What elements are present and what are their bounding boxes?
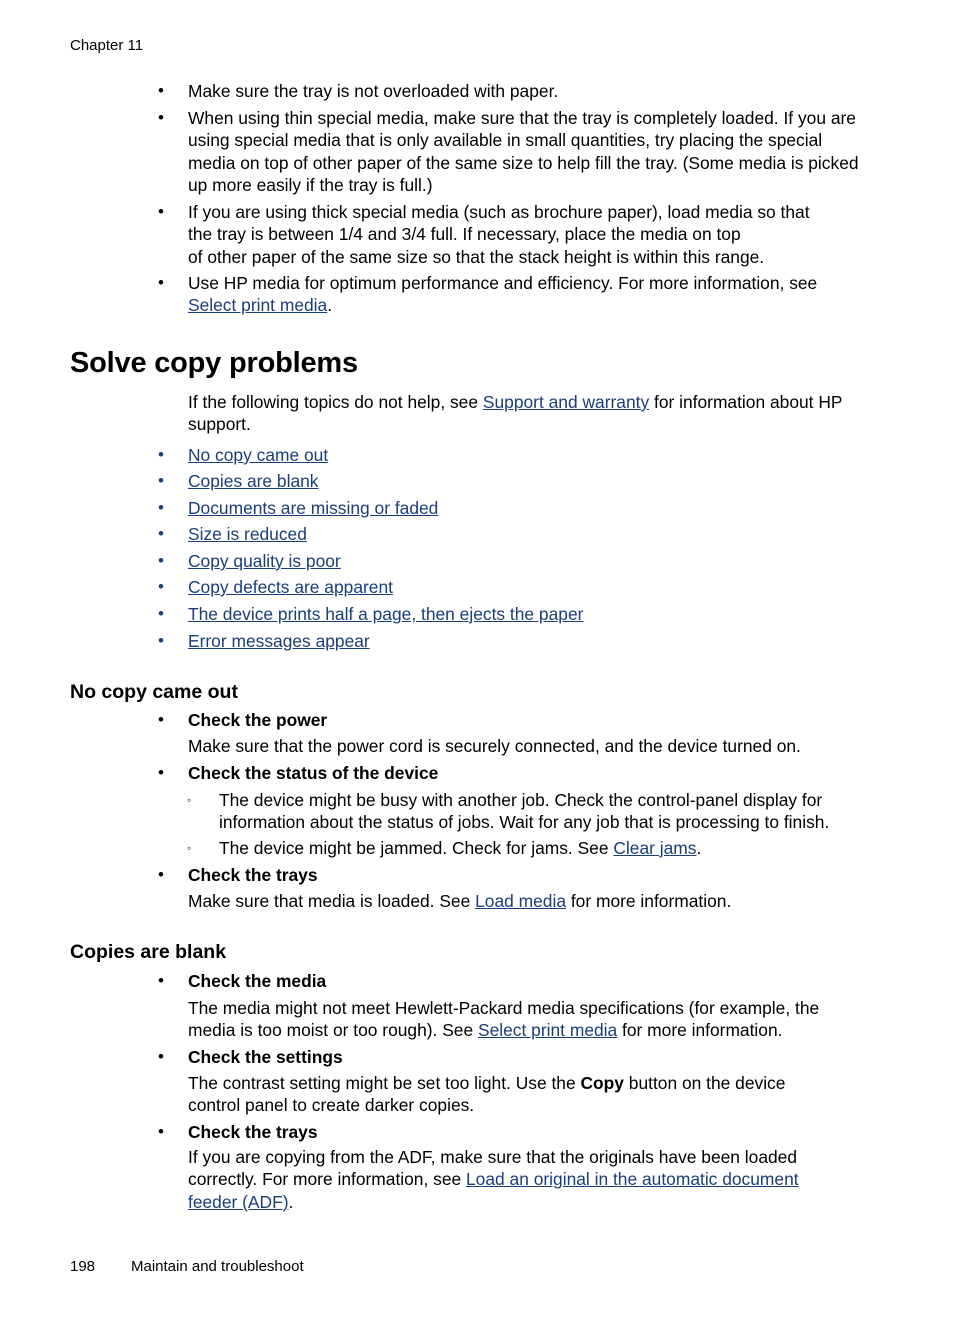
bullet-icon: • [158, 471, 164, 490]
list-item-line: of other paper of the same size so that … [188, 246, 765, 267]
load-media-link[interactable]: Load media [475, 891, 566, 911]
bullet-icon: • [158, 604, 164, 623]
check-trays-text: Make sure that media is loaded. See Load… [188, 890, 878, 912]
select-print-media-link[interactable]: Select print media [188, 295, 327, 315]
bullet-icon: • [158, 445, 164, 464]
bullet-icon: • [158, 1122, 164, 1141]
check-settings-heading: Check the settings [188, 1046, 878, 1068]
copy-button-name: Copy [580, 1073, 624, 1093]
text: for more information. [617, 1020, 783, 1041]
list-item-line: If you are using thick special media (su… [188, 202, 810, 222]
heading-text: Check the trays [188, 1122, 318, 1142]
topic-link-error-messages[interactable]: Error messages appear [188, 630, 370, 652]
clear-jams-link[interactable]: Clear jams [613, 838, 696, 858]
topic-link-size-reduced[interactable]: Size is reduced [188, 523, 307, 545]
topic-link-quality-poor[interactable]: Copy quality is poor [188, 550, 341, 572]
topic-link-documents-missing[interactable]: Documents are missing or faded [188, 497, 438, 519]
text: The contrast setting might be set too li… [188, 1073, 581, 1093]
status-subitem: The device might be busy with another jo… [219, 790, 830, 833]
text: . [696, 838, 702, 858]
check-power-text: Make sure that the power cord is securel… [188, 736, 801, 756]
section-title: Solve copy problems [70, 347, 358, 379]
topic-link-no-copy[interactable]: No copy came out [188, 444, 328, 466]
bullet-icon: • [158, 631, 164, 650]
bullet-icon: • [158, 865, 164, 884]
sub-bullet-icon: ◦ [187, 841, 192, 855]
select-print-media-link[interactable]: Select print media [478, 1020, 617, 1040]
text: for more information. [566, 891, 732, 911]
list-item: Make sure the tray is not overloaded wit… [188, 81, 559, 101]
check-power-heading: Check the power [188, 709, 878, 731]
check-status-heading: Check the status of the device [188, 762, 878, 784]
bullet-icon: • [158, 498, 164, 517]
chapter-header: Chapter 11 [70, 37, 144, 54]
heading-text: Check the power [188, 710, 328, 730]
support-and-warranty-link[interactable]: Support and warranty [483, 392, 649, 412]
list-item: Use HP media for optimum performance and… [188, 272, 868, 317]
section-intro: If the following topics do not help, see… [188, 391, 868, 436]
bullet-icon: • [158, 202, 164, 221]
check-trays-heading: Check the trays [188, 864, 878, 886]
bullet-icon: • [158, 710, 164, 729]
bullet-icon: • [158, 273, 164, 292]
page-number: 198 [70, 1258, 96, 1275]
topic-link-copies-blank[interactable]: Copies are blank [188, 470, 319, 492]
check-media-heading: Check the media [188, 970, 878, 992]
heading-text: Check the settings [188, 1047, 343, 1067]
list-item: When using thin special media, make sure… [188, 108, 859, 196]
text: The device might be jammed. Check for ja… [219, 838, 614, 858]
topic-link-half-page[interactable]: The device prints half a page, then ejec… [188, 603, 583, 625]
text: . [288, 1191, 294, 1212]
bullet-icon: • [158, 524, 164, 543]
subsection-title-copies-blank: Copies are blank [70, 941, 227, 963]
bullet-icon: • [158, 577, 164, 596]
text: Use HP media for optimum performance and… [188, 273, 818, 293]
bullet-icon: • [158, 971, 164, 990]
subsection-title-no-copy: No copy came out [70, 681, 238, 703]
heading-text: Check the trays [188, 865, 318, 885]
heading-text: Check the status of the device [188, 763, 439, 783]
bullet-icon: • [158, 1047, 164, 1066]
text: Make sure that media is loaded. See [188, 891, 476, 911]
footer-section-title: Maintain and troubleshoot [131, 1258, 304, 1275]
check-trays-text: If you are copying from the ADF, make su… [188, 1146, 848, 1213]
bullet-icon: • [158, 81, 164, 100]
check-trays-heading: Check the trays [188, 1121, 878, 1143]
list-item: If you are using thick special media (su… [188, 201, 878, 268]
list-item-line: the tray is between 1/4 and 3/4 full. If… [188, 224, 741, 245]
check-settings-text: The contrast setting might be set too li… [188, 1072, 838, 1117]
check-media-text: The media might not meet Hewlett-Packard… [188, 997, 863, 1042]
bullet-icon: • [158, 763, 164, 782]
status-subitem: The device might be jammed. Check for ja… [219, 837, 879, 859]
bullet-icon: • [158, 108, 164, 127]
bullet-icon: • [158, 551, 164, 570]
text: If the following topics do not help, see [188, 392, 483, 412]
heading-text: Check the media [188, 971, 327, 991]
topic-link-defects[interactable]: Copy defects are apparent [188, 576, 393, 598]
text: . [327, 295, 333, 316]
sub-bullet-icon: ◦ [187, 793, 192, 807]
